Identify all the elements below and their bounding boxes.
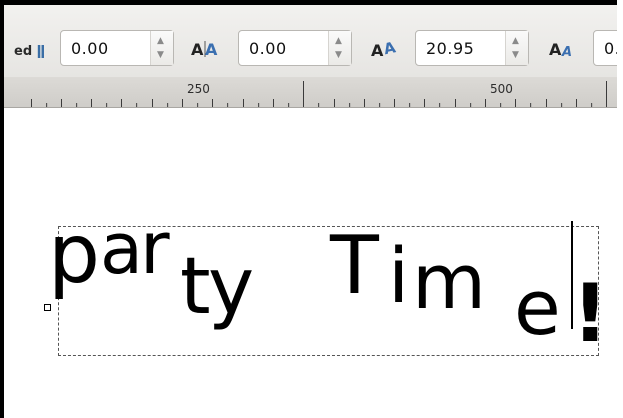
text-char[interactable]: e: [514, 270, 561, 346]
ruler-label-500: 500: [490, 82, 513, 96]
svg-text:A: A: [205, 40, 218, 59]
text-char[interactable]: t: [180, 248, 211, 326]
text-cursor: [571, 221, 573, 329]
text-char[interactable]: i: [388, 238, 409, 314]
svg-text:A: A: [191, 40, 204, 59]
letter-spacing-icon: A A: [191, 39, 221, 59]
rotation-spin-buttons[interactable]: ▲ ▼: [505, 31, 528, 65]
text-char[interactable]: !: [572, 274, 608, 354]
kerning-icon: A A: [549, 39, 579, 60]
word-spacing-icon: ǁ: [36, 44, 46, 59]
char-rotation-icon: A A: [371, 38, 401, 60]
text-origin-handle[interactable]: [44, 304, 51, 311]
spin-down-icon[interactable]: ▼: [157, 50, 164, 60]
ruler-ticks: [31, 81, 623, 107]
window-edge: [617, 0, 623, 418]
rotation-stepper[interactable]: 20.95 ▲ ▼: [415, 30, 529, 66]
ruler-label-250: 250: [187, 82, 210, 96]
svg-text:A: A: [549, 40, 562, 59]
drawing-canvas[interactable]: p a r t y T i m e !: [4, 108, 623, 418]
letter-spacing-spin-buttons[interactable]: ▲ ▼: [328, 31, 351, 65]
svg-text:A: A: [382, 39, 397, 58]
svg-text:A: A: [561, 45, 572, 59]
horizontal-ruler[interactable]: 250 500: [4, 77, 623, 108]
text-char[interactable]: m: [412, 244, 486, 320]
text-toolbar: ed ǁ 0.00 ▲ ▼ A A 0.00 ▲ ▼ A A 20.95 ▲ ▼…: [4, 5, 623, 77]
letter-spacing-value[interactable]: 0.00: [249, 39, 287, 58]
rotation-value[interactable]: 20.95: [426, 39, 474, 58]
spin-down-icon[interactable]: ▼: [335, 50, 342, 60]
toolbar-label-text: ed: [14, 44, 33, 59]
spin-down-icon[interactable]: ▼: [512, 50, 519, 60]
text-char[interactable]: r: [140, 212, 170, 284]
text-char[interactable]: y: [208, 248, 254, 326]
text-char[interactable]: T: [330, 226, 379, 306]
word-spacing-value[interactable]: 0.00: [71, 39, 109, 58]
word-spacing-stepper[interactable]: 0.00 ▲ ▼: [60, 30, 174, 66]
word-spacing-spin-buttons[interactable]: ▲ ▼: [150, 31, 173, 65]
text-char[interactable]: p: [48, 214, 100, 296]
spin-up-icon[interactable]: ▲: [157, 36, 164, 46]
letter-spacing-stepper[interactable]: 0.00 ▲ ▼: [238, 30, 352, 66]
spin-up-icon[interactable]: ▲: [512, 36, 519, 46]
text-char[interactable]: a: [100, 214, 143, 284]
spin-up-icon[interactable]: ▲: [335, 36, 342, 46]
toolbar-label-partial: ed ǁ: [14, 44, 45, 59]
